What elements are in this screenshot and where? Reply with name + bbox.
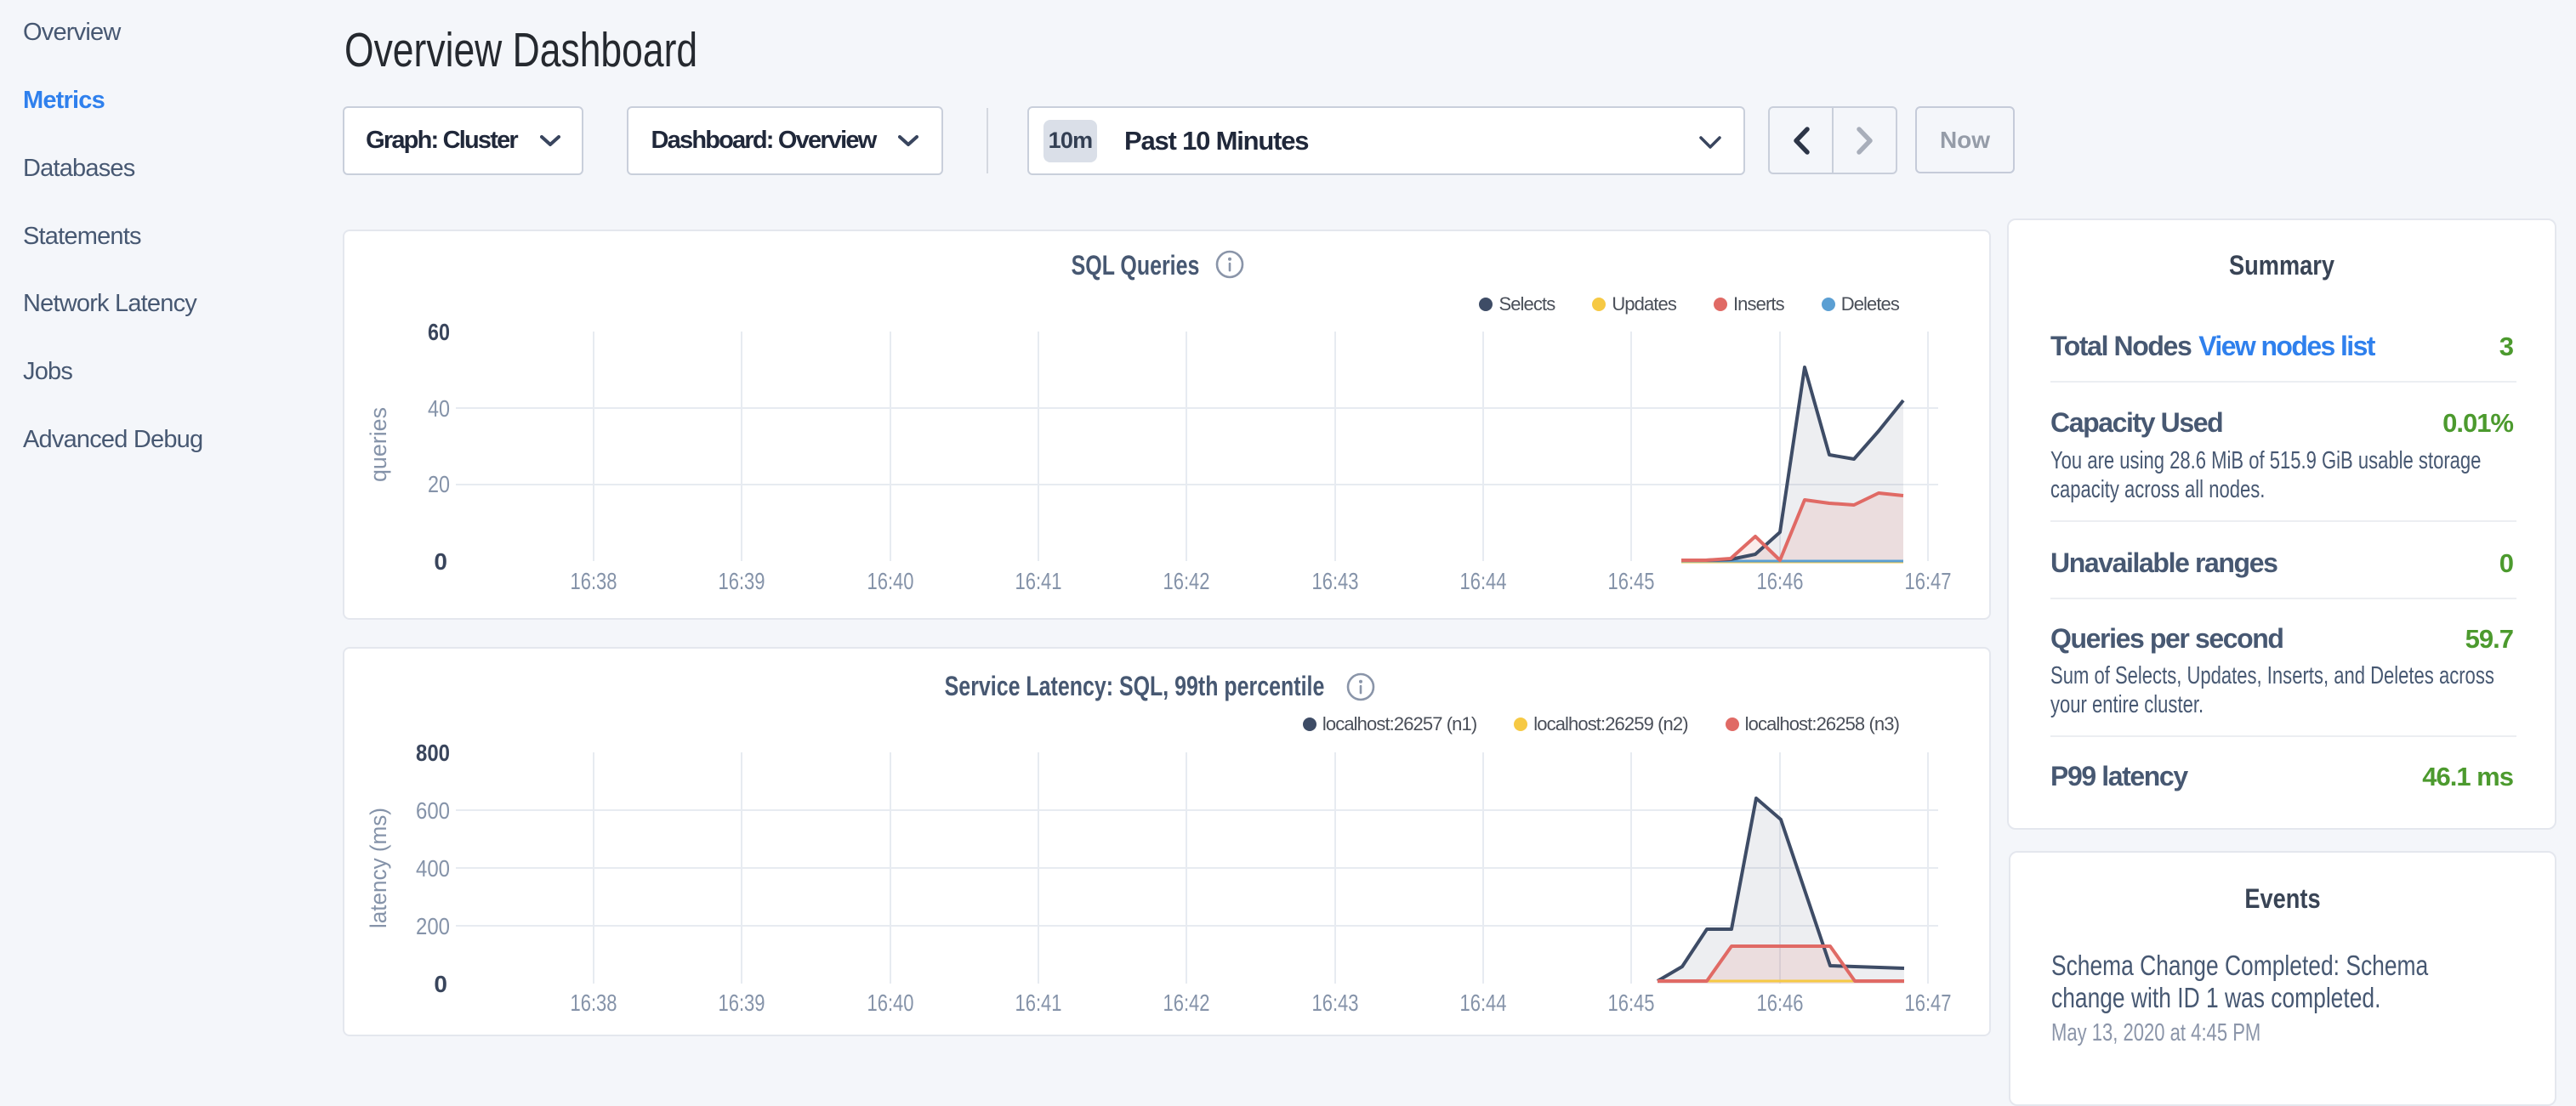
- svg-text:16:43: 16:43: [1312, 990, 1359, 1016]
- svg-text:16:44: 16:44: [1460, 568, 1507, 594]
- svg-text:40: 40: [428, 395, 450, 422]
- svg-text:16:46: 16:46: [1757, 568, 1804, 594]
- svg-text:200: 200: [416, 913, 450, 939]
- svg-text:16:45: 16:45: [1608, 990, 1655, 1016]
- svg-text:800: 800: [416, 740, 450, 766]
- svg-text:16:39: 16:39: [719, 990, 765, 1016]
- svg-text:16:40: 16:40: [867, 568, 914, 594]
- svg-text:16:47: 16:47: [1905, 990, 1952, 1016]
- svg-text:600: 600: [416, 797, 450, 824]
- svg-text:16:40: 16:40: [867, 990, 914, 1016]
- svg-text:16:44: 16:44: [1460, 990, 1507, 1016]
- svg-text:16:42: 16:42: [1163, 568, 1210, 594]
- svg-text:16:47: 16:47: [1905, 568, 1952, 594]
- svg-text:16:42: 16:42: [1163, 990, 1210, 1016]
- svg-text:16:38: 16:38: [571, 568, 617, 594]
- svg-text:16:43: 16:43: [1312, 568, 1359, 594]
- svg-text:20: 20: [428, 471, 450, 497]
- svg-text:16:45: 16:45: [1608, 568, 1655, 594]
- svg-text:16:38: 16:38: [571, 990, 617, 1016]
- svg-text:0: 0: [434, 971, 447, 997]
- svg-text:queries: queries: [366, 407, 391, 482]
- svg-text:16:41: 16:41: [1015, 568, 1062, 594]
- svg-text:16:41: 16:41: [1015, 990, 1062, 1016]
- svg-text:16:46: 16:46: [1757, 990, 1804, 1016]
- svg-text:16:39: 16:39: [719, 568, 765, 594]
- svg-text:0: 0: [434, 548, 447, 575]
- svg-text:60: 60: [428, 319, 450, 345]
- svg-text:400: 400: [416, 855, 450, 882]
- svg-text:latency (ms): latency (ms): [366, 808, 391, 928]
